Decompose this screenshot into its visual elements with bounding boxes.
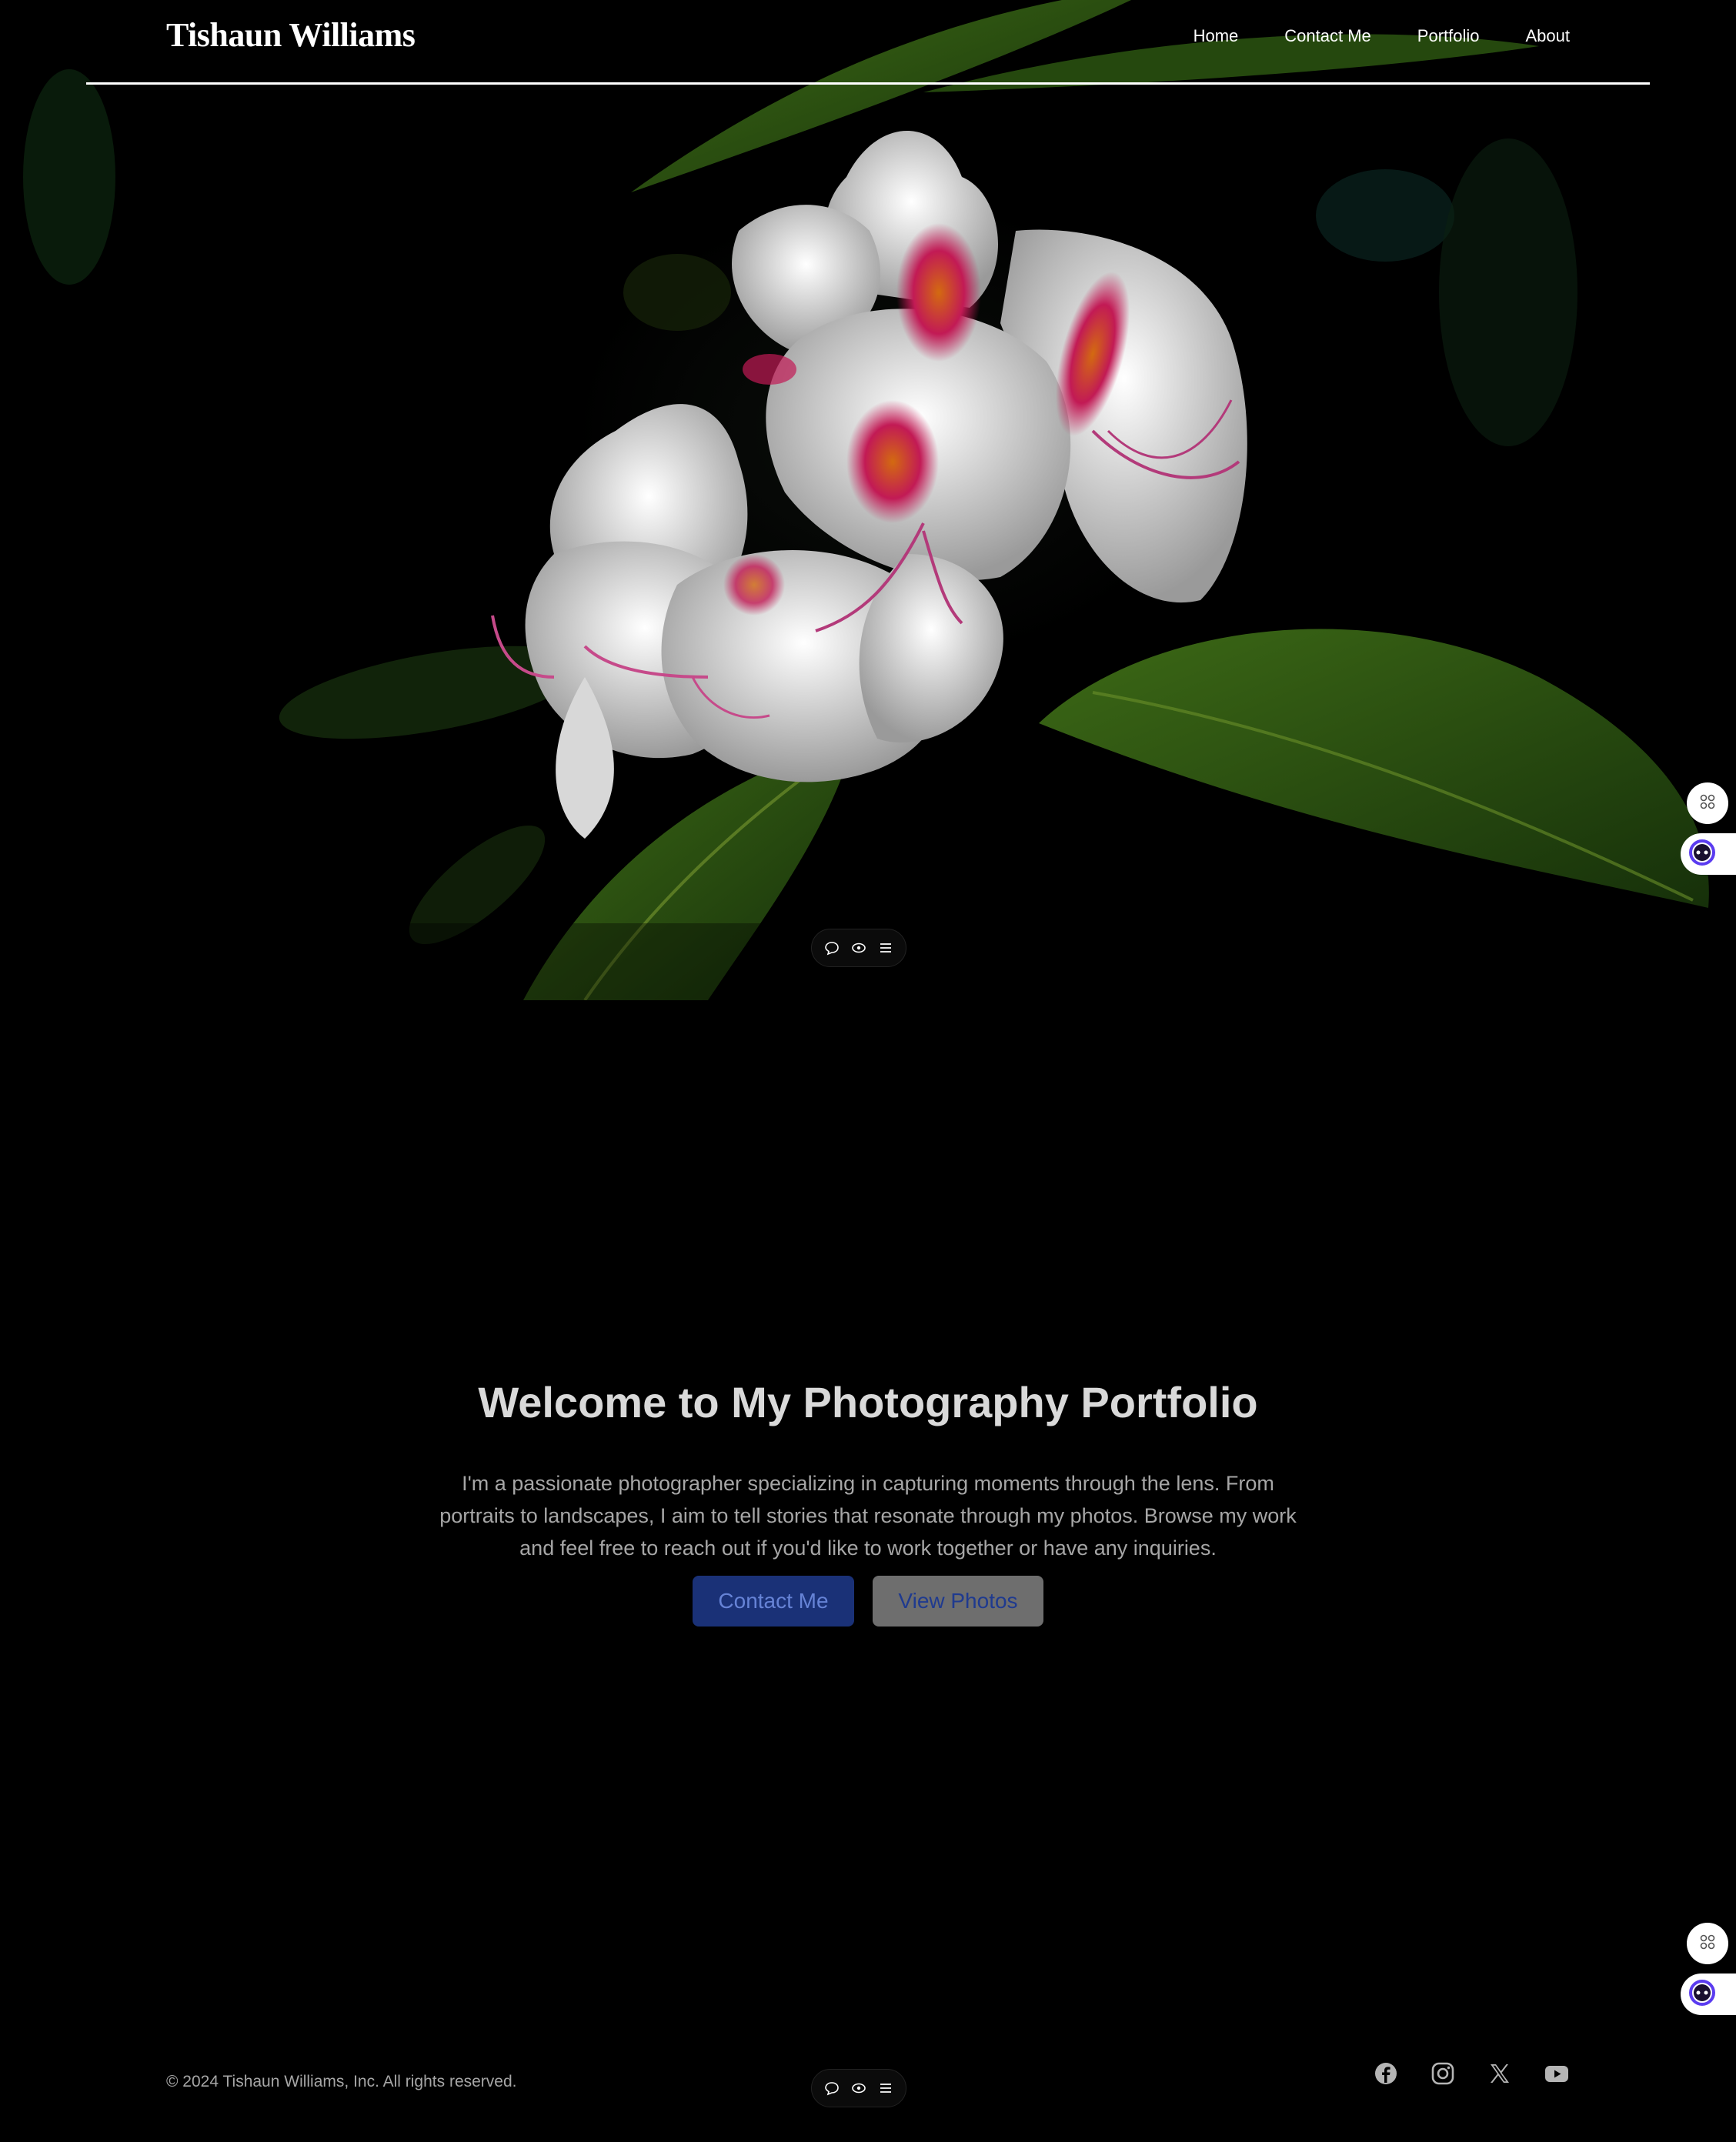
youtube-icon[interactable] (1544, 2060, 1570, 2087)
apps-grid-icon (1698, 1933, 1717, 1955)
apps-grid-button[interactable] (1687, 782, 1728, 824)
floating-toolbar (811, 929, 906, 967)
assistant-tab[interactable] (1681, 833, 1736, 875)
main-nav: Home Contact Me Portfolio About (1194, 26, 1570, 46)
menu-icon[interactable] (876, 938, 896, 958)
header-divider (86, 82, 1650, 85)
menu-icon[interactable] (876, 2078, 896, 2098)
apps-grid-button-lower[interactable] (1687, 1923, 1728, 1964)
intro-text: I'm a passionate photographer specializi… (439, 1472, 1297, 1560)
cta-buttons: Contact Me View Photos (0, 1576, 1736, 1627)
assistant-tab-lower[interactable] (1681, 1974, 1736, 2015)
eye-icon[interactable] (849, 2078, 869, 2098)
instagram-icon[interactable] (1430, 2060, 1456, 2087)
assistant-face-icon (1688, 1979, 1716, 2010)
contact-me-button[interactable]: Contact Me (693, 1576, 854, 1627)
copyright-text: © 2024 Tishaun Williams, Inc. All rights… (166, 2073, 517, 2090)
social-links (1373, 2060, 1570, 2087)
brand-logo[interactable]: Tishaun Williams (166, 15, 416, 55)
floating-toolbar-lower (811, 2069, 906, 2107)
nav-home[interactable]: Home (1194, 26, 1239, 46)
site-header: Tishaun Williams Home Contact Me Portfol… (0, 0, 1736, 86)
assistant-face-icon (1688, 839, 1716, 870)
eye-icon[interactable] (849, 938, 869, 958)
nav-contact-me[interactable]: Contact Me (1284, 26, 1371, 46)
hero-section (0, 0, 1736, 1000)
view-photos-button[interactable]: View Photos (873, 1576, 1043, 1627)
nav-about[interactable]: About (1526, 26, 1571, 46)
nav-portfolio[interactable]: Portfolio (1417, 26, 1480, 46)
page-title: Welcome to My Photography Portfolio (478, 1378, 1258, 1426)
facebook-icon[interactable] (1373, 2060, 1399, 2087)
comment-icon[interactable] (822, 2078, 842, 2098)
comment-icon[interactable] (822, 938, 842, 958)
x-icon[interactable] (1487, 2060, 1513, 2087)
intro-section: Welcome to My Photography Portfolio I'm … (0, 1377, 1736, 1564)
hero-photo (0, 0, 1736, 1000)
apps-grid-icon (1698, 792, 1717, 815)
